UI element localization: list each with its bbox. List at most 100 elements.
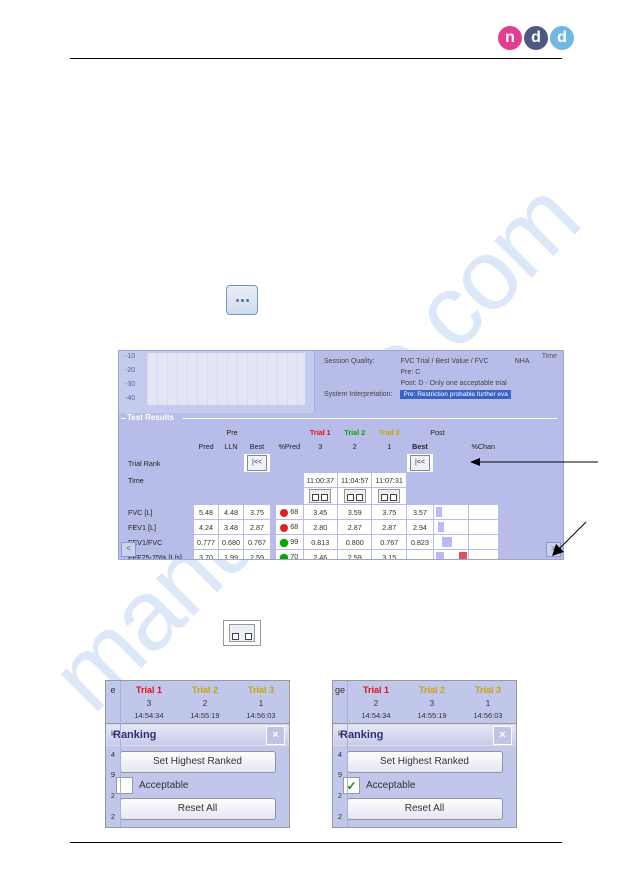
chart-y-tick: -20 (125, 367, 135, 374)
header-post-block: Post (406, 425, 468, 439)
best-post-button[interactable]: |<< (406, 454, 433, 473)
popup-rank-row: 3 2 1 (106, 699, 289, 711)
value-system-interpretation: Pre: Restriction probable further eva (400, 390, 510, 399)
label-nha: NHA (512, 357, 533, 366)
status-dot-icon (280, 509, 288, 517)
cell-best: 3.75 (244, 505, 271, 520)
ranking-button-trial1[interactable] (303, 488, 337, 505)
popup-left-header: e (106, 681, 121, 699)
popup-time: 14:55:19 (177, 711, 233, 723)
logo-d1: d (524, 26, 548, 50)
popup-trial-header-3[interactable]: Trial 3 (460, 681, 516, 699)
cell-trial2: 3.59 (338, 505, 372, 520)
header-trial2[interactable]: Trial 2 (338, 425, 372, 439)
footer-rule (70, 842, 562, 843)
trial-time: 11:07:31 (372, 473, 406, 488)
annotation-arrow (470, 455, 600, 469)
table-row: FEF25-75% [L/s] 3.70 1.99 2.59 70 2.46 2… (125, 550, 498, 561)
trial-rank: 2 (338, 439, 372, 454)
scroll-left-button[interactable]: < (121, 542, 136, 557)
logo-n: n (498, 26, 522, 50)
popup-rank: 1 (233, 699, 289, 711)
header-best-post: Best (406, 439, 433, 454)
popup-rank-row: 2 3 1 (333, 699, 516, 711)
close-icon: × (499, 729, 505, 741)
popup-time: 14:56:03 (460, 711, 516, 723)
header-pred: Pred (194, 439, 219, 454)
popup-left-column: k 4 9 2 2 (333, 723, 348, 827)
sparkline (433, 505, 468, 520)
header-pctpred: %Pred (276, 439, 304, 454)
ranking-button-trial3[interactable] (372, 488, 406, 505)
header-trial1[interactable]: Trial 1 (303, 425, 337, 439)
reset-all-button[interactable]: Reset All (347, 798, 503, 820)
ranking-popup-unchecked: e Trial 1 Trial 2 Trial 3 3 2 1 14:54:34… (105, 680, 290, 828)
value-pre-grade: C (415, 369, 420, 376)
trial-time: 11:00:37 (303, 473, 337, 488)
ranking-popup-checked: ge Trial 1 Trial 2 Trial 3 2 3 1 14:54:3… (332, 680, 517, 828)
set-highest-ranked-button[interactable]: Set Highest Ranked (347, 751, 503, 773)
popup-trial-header-3[interactable]: Trial 3 (233, 681, 289, 699)
logo-d2: d (550, 26, 574, 50)
param-name: FEV1 [L] (125, 520, 194, 535)
popup-left-column: k 4 9 2 2 (106, 723, 121, 827)
sparkline (433, 550, 468, 561)
value-post-grade: D - Only one acceptable trial (418, 380, 506, 387)
popup-trial-header-2[interactable]: Trial 2 (404, 681, 460, 699)
trial-rank: 3 (303, 439, 337, 454)
label-fvc-trial: FVC Trial / Best Value / FVC (397, 357, 509, 366)
rewind-icon: |<< (410, 455, 430, 471)
header-pre-block: Pre (194, 425, 271, 439)
chart-y-tick: -10 (125, 353, 135, 360)
popup-rank: 3 (404, 699, 460, 711)
row-time-label: Time (125, 473, 194, 488)
ranking-icon-button[interactable] (223, 620, 261, 646)
session-quality-block: Session Quality: FVC Trial / Best Value … (319, 355, 559, 415)
header-best-pre: Best (244, 439, 271, 454)
acceptable-checkbox[interactable]: Acceptable (116, 777, 281, 794)
row-trial-rank-label: Trial Rank (125, 454, 194, 473)
acceptable-label: Acceptable (139, 780, 188, 791)
cell-pctpred: 68 (290, 507, 298, 516)
section-rule (183, 418, 557, 419)
set-highest-ranked-button[interactable]: Set Highest Ranked (120, 751, 276, 773)
popup-rank: 3 (121, 699, 177, 711)
rewind-icon: |<< (247, 455, 267, 471)
label-post: Post: (400, 380, 416, 387)
ranking-button-trial2[interactable] (338, 488, 372, 505)
results-table: Pre Trial 1 Trial 2 Trial 3 Post Pred LL… (125, 425, 499, 560)
cell-pred: 5.48 (194, 505, 219, 520)
ranking-icon (309, 489, 331, 503)
cell-trial1: 3.45 (303, 505, 337, 520)
cell-pctchan (468, 505, 498, 520)
chart-y-tick: -40 (125, 395, 135, 402)
ranking-icon (344, 489, 366, 503)
table-row: FEV1 [L] 4.24 3.48 2.87 68 2.80 2.87 2.8… (125, 520, 498, 535)
popup-trial-header: e Trial 1 Trial 2 Trial 3 (106, 681, 289, 699)
reset-all-button[interactable]: Reset All (120, 798, 276, 820)
popup-trial-header-2[interactable]: Trial 2 (177, 681, 233, 699)
label-session-quality: Session Quality: (321, 357, 395, 366)
header-pctchan: %Chan (468, 439, 498, 454)
sparkline (433, 535, 468, 550)
popup-time: 14:54:34 (348, 711, 404, 723)
popup-trial-header-1[interactable]: Trial 1 (348, 681, 404, 699)
more-options-button[interactable] (226, 285, 258, 315)
header-rule (70, 58, 562, 59)
popup-rank: 1 (460, 699, 516, 711)
close-button[interactable]: × (493, 726, 512, 745)
table-row: FEV1/FVC 0.777 0.680 0.767 99 0.813 0.80… (125, 535, 498, 550)
popup-time: 14:56:03 (233, 711, 289, 723)
ranking-icon (378, 489, 400, 503)
header-trial3[interactable]: Trial 3 (372, 425, 406, 439)
acceptable-checkbox[interactable]: ✓ Acceptable (343, 777, 508, 794)
close-button[interactable]: × (266, 726, 285, 745)
popup-title-bar: Ranking × (333, 724, 516, 746)
best-pre-button[interactable]: |<< (244, 454, 271, 473)
section-title-test-results: Test Results (127, 413, 174, 422)
table-row: FVC [L] 5.48 4.48 3.75 68 3.45 3.59 3.75… (125, 505, 498, 520)
section-rule (121, 418, 126, 419)
header-lln: LLN (219, 439, 244, 454)
popup-rank: 2 (177, 699, 233, 711)
popup-trial-header-1[interactable]: Trial 1 (121, 681, 177, 699)
